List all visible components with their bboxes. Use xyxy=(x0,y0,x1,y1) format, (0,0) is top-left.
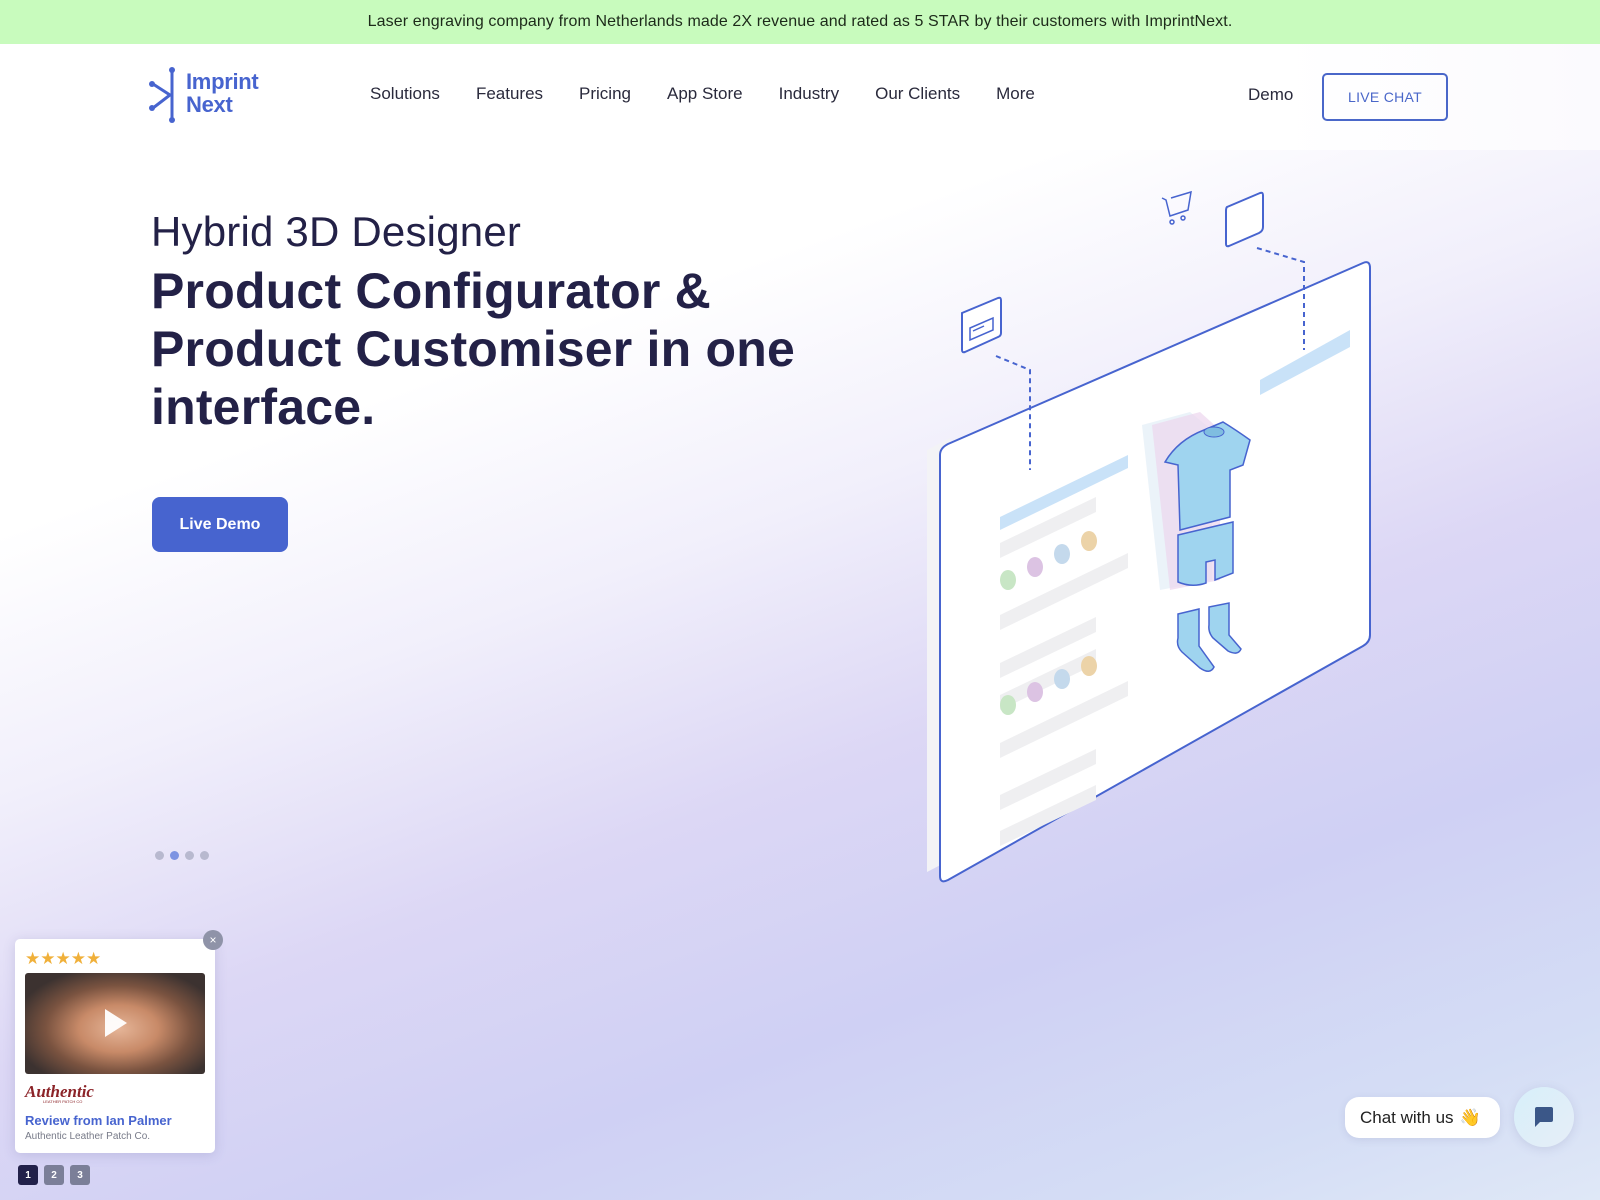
review-page-3[interactable]: 3 xyxy=(70,1165,90,1185)
announcement-bar[interactable]: Laser engraving company from Netherlands… xyxy=(0,0,1600,44)
slide-dot-1[interactable] xyxy=(155,851,164,860)
review-video-thumbnail[interactable] xyxy=(25,973,205,1074)
cart-icon xyxy=(1161,190,1192,225)
live-chat-button[interactable]: LIVE CHAT xyxy=(1322,73,1448,121)
color-swatch xyxy=(1081,656,1097,676)
slider-dots xyxy=(155,851,209,860)
color-swatch xyxy=(1081,531,1097,551)
slide-dot-4[interactable] xyxy=(200,851,209,860)
slide-dot-2[interactable] xyxy=(170,851,179,860)
review-page-2[interactable]: 2 xyxy=(44,1165,64,1185)
announcement-text[interactable]: Laser engraving company from Netherlands… xyxy=(368,13,1233,31)
color-swatch xyxy=(1027,557,1043,577)
nav-solutions[interactable]: Solutions xyxy=(370,84,440,104)
review-page-1[interactable]: 1 xyxy=(18,1165,38,1185)
chat-with-us-bubble[interactable]: Chat with us 👋 xyxy=(1345,1097,1500,1138)
color-swatch xyxy=(1054,544,1070,564)
close-icon[interactable]: × xyxy=(203,930,223,950)
brand-logo-sub: LEATHER PATCH CO xyxy=(43,1099,83,1104)
nav-pricing[interactable]: Pricing xyxy=(579,84,631,104)
color-swatch xyxy=(1000,570,1016,590)
main-nav: Solutions Features Pricing App Store Ind… xyxy=(370,84,1035,104)
card-icon xyxy=(961,296,1002,354)
square-icon xyxy=(1225,191,1264,248)
rating-stars: ★★★★★ xyxy=(25,949,102,968)
waving-hand-icon: 👋 xyxy=(1459,1107,1481,1127)
slide-dot-3[interactable] xyxy=(185,851,194,860)
nav-industry[interactable]: Industry xyxy=(779,84,839,104)
chat-label: Chat with us xyxy=(1360,1107,1454,1127)
logo-line-1: Imprint xyxy=(186,69,259,94)
hero-subtitle: Hybrid 3D Designer xyxy=(151,208,522,255)
hero-title: Product Configurator & Product Customise… xyxy=(151,263,795,435)
color-swatch xyxy=(1054,669,1070,689)
logo-line-2: Next xyxy=(186,92,233,117)
chat-bubble-icon xyxy=(1535,1107,1553,1127)
play-icon[interactable] xyxy=(105,1009,127,1037)
review-pager: 1 2 3 xyxy=(18,1165,90,1185)
live-demo-button[interactable]: Live Demo xyxy=(152,497,288,552)
logo-text: Imprint Next xyxy=(186,69,259,117)
reviewer-company: Authentic Leather Patch Co. xyxy=(25,1131,151,1142)
color-swatch xyxy=(1027,682,1043,702)
configurator-illustration xyxy=(927,190,1371,883)
reviewer-title[interactable]: Review from Ian Palmer xyxy=(25,1113,172,1128)
nav-app-store[interactable]: App Store xyxy=(667,84,743,104)
color-swatch xyxy=(1000,695,1016,715)
imprintnext-logo[interactable]: Imprint Next xyxy=(149,67,270,124)
nav-our-clients[interactable]: Our Clients xyxy=(875,84,960,104)
site-header: Imprint Next Solutions Features Pricing … xyxy=(0,44,1600,150)
nav-more[interactable]: More xyxy=(996,84,1035,104)
nav-features[interactable]: Features xyxy=(476,84,543,104)
demo-link[interactable]: Demo xyxy=(1248,85,1293,105)
logo-mark-icon xyxy=(149,67,175,123)
review-widget: ★★★★★ Authentic LEATHER PATCH CO Review … xyxy=(15,939,215,1153)
chat-launcher-button[interactable] xyxy=(1514,1087,1574,1147)
collar xyxy=(1203,426,1225,438)
